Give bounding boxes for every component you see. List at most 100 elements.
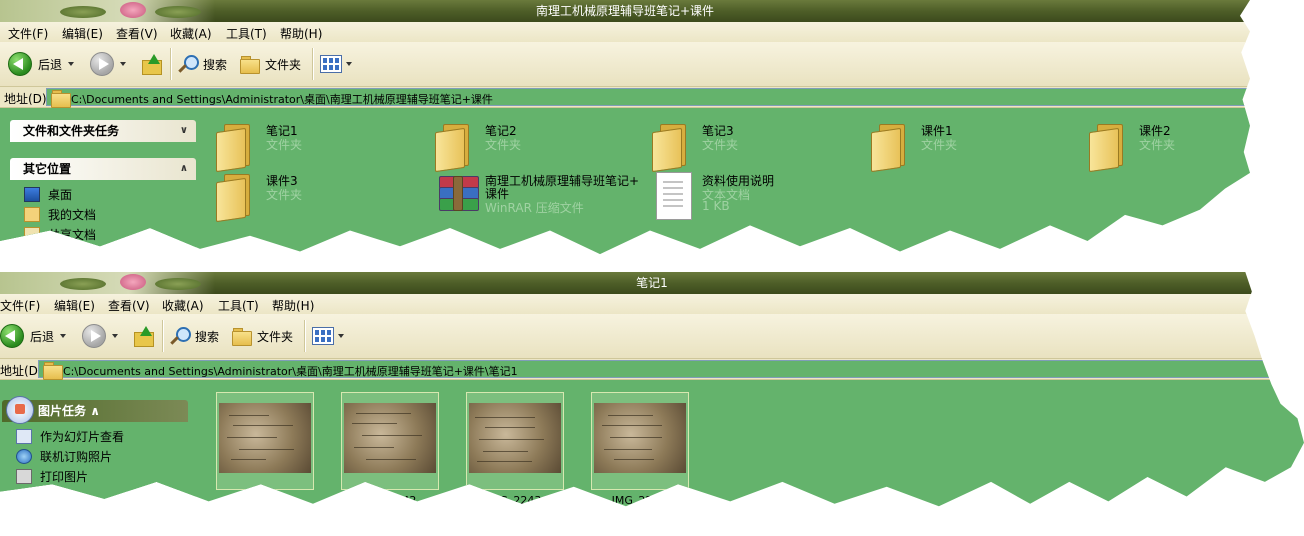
search-button[interactable]: 搜索 <box>170 324 219 348</box>
toolbar: 后退 搜索 文件夹 <box>0 42 1250 87</box>
place-shared-documents[interactable]: 共享文档 <box>24 224 196 244</box>
views-button[interactable] <box>312 324 344 348</box>
title-bar[interactable]: 笔记1 <box>0 272 1304 294</box>
thumbnail-label: IMG_2244 <box>611 494 667 507</box>
explorer-window-note1: 笔记1 文件(F) 编辑(E) 查看(V) 收藏(A) 工具(T) 帮助(H) … <box>0 272 1304 507</box>
task-label: 作为幻灯片查看 <box>40 429 125 444</box>
chevron-down-icon[interactable] <box>68 62 75 66</box>
menu-view[interactable]: 查看(V) <box>108 297 150 314</box>
title-bar[interactable]: 南理工机械原理辅导班笔记+课件 <box>0 0 1250 22</box>
folder-large-icon <box>216 124 252 173</box>
file-item-slides2[interactable]: 课件2 文件夹 <box>1089 122 1239 173</box>
thumbnail-img-2244[interactable] <box>591 392 689 490</box>
menu-favorites[interactable]: 收藏(A) <box>170 25 212 42</box>
file-type: 文件夹 <box>485 138 522 152</box>
menu-tools[interactable]: 工具(T) <box>218 297 259 314</box>
winrar-icon <box>435 172 481 218</box>
chevron-down-icon[interactable]: ∨ <box>180 120 188 142</box>
forward-button[interactable] <box>82 324 118 348</box>
back-label: 后退 <box>38 57 63 72</box>
chevron-up-icon[interactable]: ∧ <box>90 404 100 418</box>
leaf-decoration-icon <box>60 6 106 18</box>
chevron-down-icon[interactable] <box>338 334 344 338</box>
leaf-decoration-icon <box>155 6 201 18</box>
up-folder-button[interactable] <box>134 324 154 348</box>
thumbnail-label: IMG_2241 <box>236 494 292 507</box>
thumbnail-label: IMG_2242 <box>361 494 417 507</box>
file-type: WinRAR 压缩文件 <box>485 201 584 215</box>
file-type: 文件夹 <box>266 138 303 152</box>
file-item-note2[interactable]: 笔记2 文件夹 <box>435 122 635 173</box>
file-item-note3[interactable]: 笔记3 文件夹 <box>652 122 852 173</box>
file-type: 文件夹 <box>266 188 303 202</box>
chevron-down-icon[interactable] <box>346 62 352 66</box>
other-places-header[interactable]: 其它位置 ∧ <box>10 158 196 180</box>
address-bar: 地址(D) C:\Documents and Settings\Administ… <box>0 87 1250 108</box>
thumbnail-img-2241[interactable] <box>216 392 314 490</box>
file-item-slides1[interactable]: 课件1 文件夹 <box>871 122 1071 173</box>
folder-large-icon <box>435 124 471 173</box>
menu-view[interactable]: 查看(V) <box>116 25 158 42</box>
address-input[interactable]: C:\Documents and Settings\Administrator\… <box>46 88 1250 108</box>
thumbnail-img-2243[interactable] <box>466 392 564 490</box>
up-folder-button[interactable] <box>142 52 162 76</box>
search-button[interactable]: 搜索 <box>178 52 227 76</box>
file-size: 1 KB <box>702 199 730 213</box>
place-my-documents[interactable]: 我的文档 <box>24 204 196 224</box>
forward-button[interactable] <box>90 52 126 76</box>
place-desktop[interactable]: 桌面 <box>24 184 196 204</box>
title-decoration <box>0 272 215 294</box>
thumbnail-label: IMG_2243 <box>486 494 542 507</box>
task-order-prints[interactable]: 联机订购照片 <box>16 446 188 466</box>
panel-title: 文件和文件夹任务 <box>23 124 120 138</box>
views-button[interactable] <box>320 52 352 76</box>
back-arrow-icon <box>0 324 24 348</box>
thumbnail-img-2242[interactable] <box>341 392 439 490</box>
task-print-pictures[interactable]: 打印图片 <box>16 466 188 486</box>
file-folder-tasks-header[interactable]: 文件和文件夹任务 ∨ <box>10 120 196 142</box>
file-item-archive[interactable]: 南理工机械原理辅导班笔记+ 课件 WinRAR 压缩文件 <box>435 172 645 220</box>
globe-icon <box>16 448 32 464</box>
task-pane: 文件和文件夹任务 ∨ 其它位置 ∧ 桌面 我的文档 共享文档 <box>0 108 196 255</box>
address-input[interactable]: C:\Documents and Settings\Administrator\… <box>38 360 1304 380</box>
chevron-down-icon[interactable] <box>120 62 126 66</box>
address-path: C:\Documents and Settings\Administrator\… <box>71 93 493 106</box>
file-type: 文件夹 <box>702 138 739 152</box>
menu-help[interactable]: 帮助(H) <box>280 25 322 42</box>
toolbar-separator <box>162 320 164 352</box>
folder-icon <box>51 90 71 108</box>
panel-title: 图片任务 <box>38 404 87 418</box>
task-view-slideshow[interactable]: 作为幻灯片查看 <box>16 426 188 446</box>
other-places-panel: 其它位置 ∧ 桌面 我的文档 共享文档 <box>10 158 196 248</box>
photo-thumbnail <box>594 403 686 473</box>
window-title: 南理工机械原理辅导班笔记+课件 <box>535 4 715 18</box>
menu-edit[interactable]: 编辑(E) <box>54 297 95 314</box>
back-label: 后退 <box>30 329 55 344</box>
menu-file[interactable]: 文件(F) <box>8 25 48 42</box>
folders-button[interactable]: 文件夹 <box>232 324 293 348</box>
picture-tasks-panel: 图片任务 ∧ 作为幻灯片查看 联机订购照片 打印图片 <box>2 396 188 490</box>
file-item-slides3[interactable]: 课件3 文件夹 <box>216 172 416 223</box>
menu-file[interactable]: 文件(F) <box>0 297 40 314</box>
photo-thumbnail <box>344 403 436 473</box>
menu-edit[interactable]: 编辑(E) <box>62 25 103 42</box>
back-button[interactable]: 后退 <box>0 324 67 348</box>
file-item-readme[interactable]: 资料使用说明 文本文档 1 KB <box>652 172 852 220</box>
chevron-down-icon[interactable] <box>60 334 67 338</box>
toolbar-separator <box>170 48 172 80</box>
chevron-up-icon[interactable]: ∧ <box>180 158 188 180</box>
chevron-down-icon[interactable] <box>112 334 118 338</box>
picture-tasks-header[interactable]: 图片任务 ∧ <box>2 396 188 424</box>
menu-tools[interactable]: 工具(T) <box>226 25 267 42</box>
menu-favorites[interactable]: 收藏(A) <box>162 297 204 314</box>
folder-icon <box>240 56 260 74</box>
back-button[interactable]: 后退 <box>8 52 75 76</box>
folders-button[interactable]: 文件夹 <box>240 52 301 76</box>
address-path: C:\Documents and Settings\Administrator\… <box>63 365 518 378</box>
file-type: 文件夹 <box>1139 138 1176 152</box>
back-arrow-icon <box>8 52 32 76</box>
toolbar-separator <box>312 48 314 80</box>
file-item-note1[interactable]: 笔记1 文件夹 <box>216 122 416 173</box>
forward-arrow-icon <box>82 324 106 348</box>
menu-help[interactable]: 帮助(H) <box>272 297 314 314</box>
